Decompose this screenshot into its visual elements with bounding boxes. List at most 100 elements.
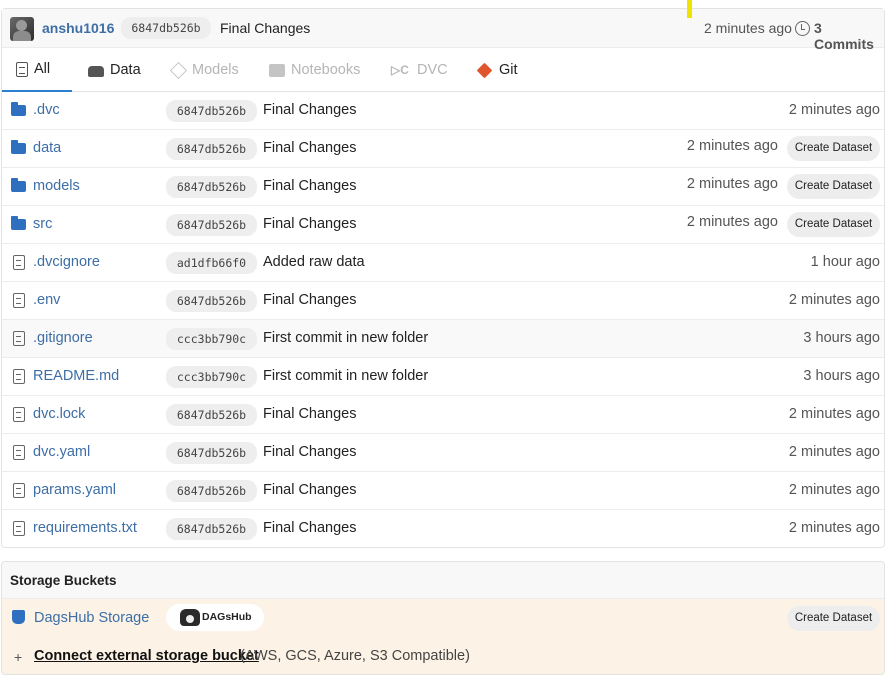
bucket-icon	[12, 610, 25, 624]
commit-message[interactable]: Final Changes	[263, 482, 357, 498]
commit-sha-badge[interactable]: 6847db526b	[166, 214, 257, 236]
commit-sha-badge[interactable]: 6847db526b	[166, 290, 257, 312]
file-row[interactable]: requirements.txt 6847db526b Final Changes 2…	[2, 510, 884, 548]
file-row[interactable]: src 6847db526b Final Changes 2 minutes ago C…	[2, 206, 884, 244]
dagshub-dog-icon	[180, 609, 200, 626]
commit-sha-badge[interactable]: ccc3bb790c	[166, 366, 257, 388]
commit-time: 2 minutes ago	[686, 176, 778, 192]
commit-time: 2 minutes ago	[704, 20, 792, 36]
commit-time: 2 minutes ago	[686, 214, 778, 230]
avatar[interactable]	[10, 17, 34, 41]
commit-message[interactable]: Final Changes	[263, 292, 357, 308]
dagshub-logo-text: DAGsHub	[202, 611, 252, 623]
file-row[interactable]: dvc.yaml 6847db526b Final Changes 2 minutes…	[2, 434, 884, 472]
tab-data[interactable]: Data	[88, 48, 141, 92]
file-row[interactable]: dvc.lock 6847db526b Final Changes 2 minutes…	[2, 396, 884, 434]
tab-label: Notebooks	[291, 62, 361, 78]
commit-sha-badge[interactable]: 6847db526b	[121, 17, 211, 39]
commit-sha-badge[interactable]: 6847db526b	[166, 442, 257, 464]
file-row[interactable]: .dvc 6847db526b Final Changes 2 minutes ago	[2, 92, 884, 130]
storage-title: Storage Buckets	[10, 573, 117, 588]
storage-header: Storage Buckets	[2, 562, 884, 599]
file-name-link[interactable]: .dvcignore	[33, 254, 100, 270]
document-icon	[16, 61, 28, 77]
tab-dvc[interactable]: ▷C DVC	[391, 48, 448, 92]
commit-time: 2 minutes ago	[788, 482, 880, 498]
file-name-link[interactable]: dvc.yaml	[33, 444, 90, 460]
commit-message[interactable]: Added raw data	[263, 254, 365, 270]
file-icon	[13, 521, 25, 536]
tab-label: All	[34, 61, 51, 77]
commit-sha-badge[interactable]: 6847db526b	[166, 480, 257, 502]
commit-message[interactable]: Final Changes	[263, 216, 357, 232]
commit-time: 2 minutes ago	[788, 444, 880, 460]
git-icon	[476, 62, 493, 78]
plus-icon: +	[14, 649, 23, 665]
create-dataset-button[interactable]: Create Dataset	[787, 606, 880, 631]
commit-sha-badge[interactable]: 6847db526b	[166, 518, 257, 540]
repo-files-panel: anshu1016 6847db526b Final Changes 2 min…	[1, 8, 885, 548]
commit-time: 3 hours ago	[803, 368, 880, 384]
commit-time: 3 hours ago	[803, 330, 880, 346]
history-icon[interactable]	[795, 21, 810, 36]
last-commit-bar: anshu1016 6847db526b Final Changes 2 min…	[2, 9, 884, 52]
file-row[interactable]: params.yaml 6847db526b Final Changes 2 minu…	[2, 472, 884, 510]
commit-message[interactable]: First commit in new folder	[263, 330, 428, 346]
commit-time: 2 minutes ago	[788, 102, 880, 118]
commit-message[interactable]: Final Changes	[263, 102, 357, 118]
file-name-link[interactable]: .gitignore	[33, 330, 93, 346]
file-name-link[interactable]: .dvc	[33, 102, 60, 118]
commit-message[interactable]: Final Changes	[263, 520, 357, 536]
commit-message[interactable]: Final Changes	[263, 140, 357, 156]
tab-all[interactable]: All	[2, 48, 72, 92]
commit-message[interactable]: Final Changes	[263, 406, 357, 422]
commit-sha-badge[interactable]: ccc3bb790c	[166, 328, 257, 350]
file-name-link[interactable]: src	[33, 216, 52, 232]
file-name-link[interactable]: data	[33, 140, 61, 156]
file-icon	[13, 255, 25, 270]
file-name-link[interactable]: .env	[33, 292, 60, 308]
file-name-link[interactable]: README.md	[33, 368, 119, 384]
file-name-link[interactable]: models	[33, 178, 80, 194]
bucket-name-link[interactable]: DagsHub Storage	[34, 610, 149, 626]
commit-sha-badge[interactable]: 6847db526b	[166, 404, 257, 426]
commit-message[interactable]: Final Changes	[220, 20, 310, 36]
commit-time: 1 hour ago	[810, 254, 880, 270]
file-name-link[interactable]: requirements.txt	[33, 520, 137, 536]
file-name-link[interactable]: params.yaml	[33, 482, 116, 498]
commit-time: 2 minutes ago	[686, 138, 778, 154]
file-icon	[13, 369, 25, 384]
create-dataset-button[interactable]: Create Dataset	[787, 174, 880, 199]
file-row[interactable]: data 6847db526b Final Changes 2 minutes ago…	[2, 130, 884, 168]
commit-sha-badge[interactable]: ad1dfb66f0	[166, 252, 257, 274]
file-row[interactable]: README.md ccc3bb790c First commit in new f…	[2, 358, 884, 396]
connect-storage-link[interactable]: Connect external storage bucket	[34, 648, 259, 664]
tab-models[interactable]: Models	[170, 48, 239, 92]
tab-label: DVC	[417, 62, 448, 78]
file-row[interactable]: models 6847db526b Final Changes 2 minutes a…	[2, 168, 884, 206]
file-row[interactable]: .gitignore ccc3bb790c First commit in new …	[2, 320, 884, 358]
tab-label: Git	[499, 62, 518, 78]
commit-sha-badge[interactable]: 6847db526b	[166, 176, 257, 198]
tab-notebooks[interactable]: Notebooks	[269, 48, 360, 92]
dvc-icon: ▷C	[391, 63, 409, 77]
storage-buckets-panel: Storage Buckets DagsHub Storage DAGsHub …	[1, 561, 885, 675]
commit-sha-badge[interactable]: 6847db526b	[166, 138, 257, 160]
file-name-link[interactable]: dvc.lock	[33, 406, 85, 422]
create-dataset-button[interactable]: Create Dataset	[787, 212, 880, 237]
commit-message[interactable]: Final Changes	[263, 444, 357, 460]
folder-icon	[11, 140, 26, 154]
file-icon	[13, 293, 25, 308]
commit-author-link[interactable]: anshu1016	[42, 20, 114, 36]
file-icon	[13, 331, 25, 346]
tab-git[interactable]: Git	[476, 48, 518, 92]
file-icon	[13, 483, 25, 498]
commit-time: 2 minutes ago	[788, 520, 880, 536]
commit-message[interactable]: Final Changes	[263, 178, 357, 194]
file-row[interactable]: .env 6847db526b Final Changes 2 minutes ago	[2, 282, 884, 320]
commit-sha-badge[interactable]: 6847db526b	[166, 100, 257, 122]
commit-message[interactable]: First commit in new folder	[263, 368, 428, 384]
file-row[interactable]: .dvcignore ad1dfb66f0 Added raw data 1 hour…	[2, 244, 884, 282]
commit-time: 2 minutes ago	[788, 292, 880, 308]
create-dataset-button[interactable]: Create Dataset	[787, 136, 880, 161]
